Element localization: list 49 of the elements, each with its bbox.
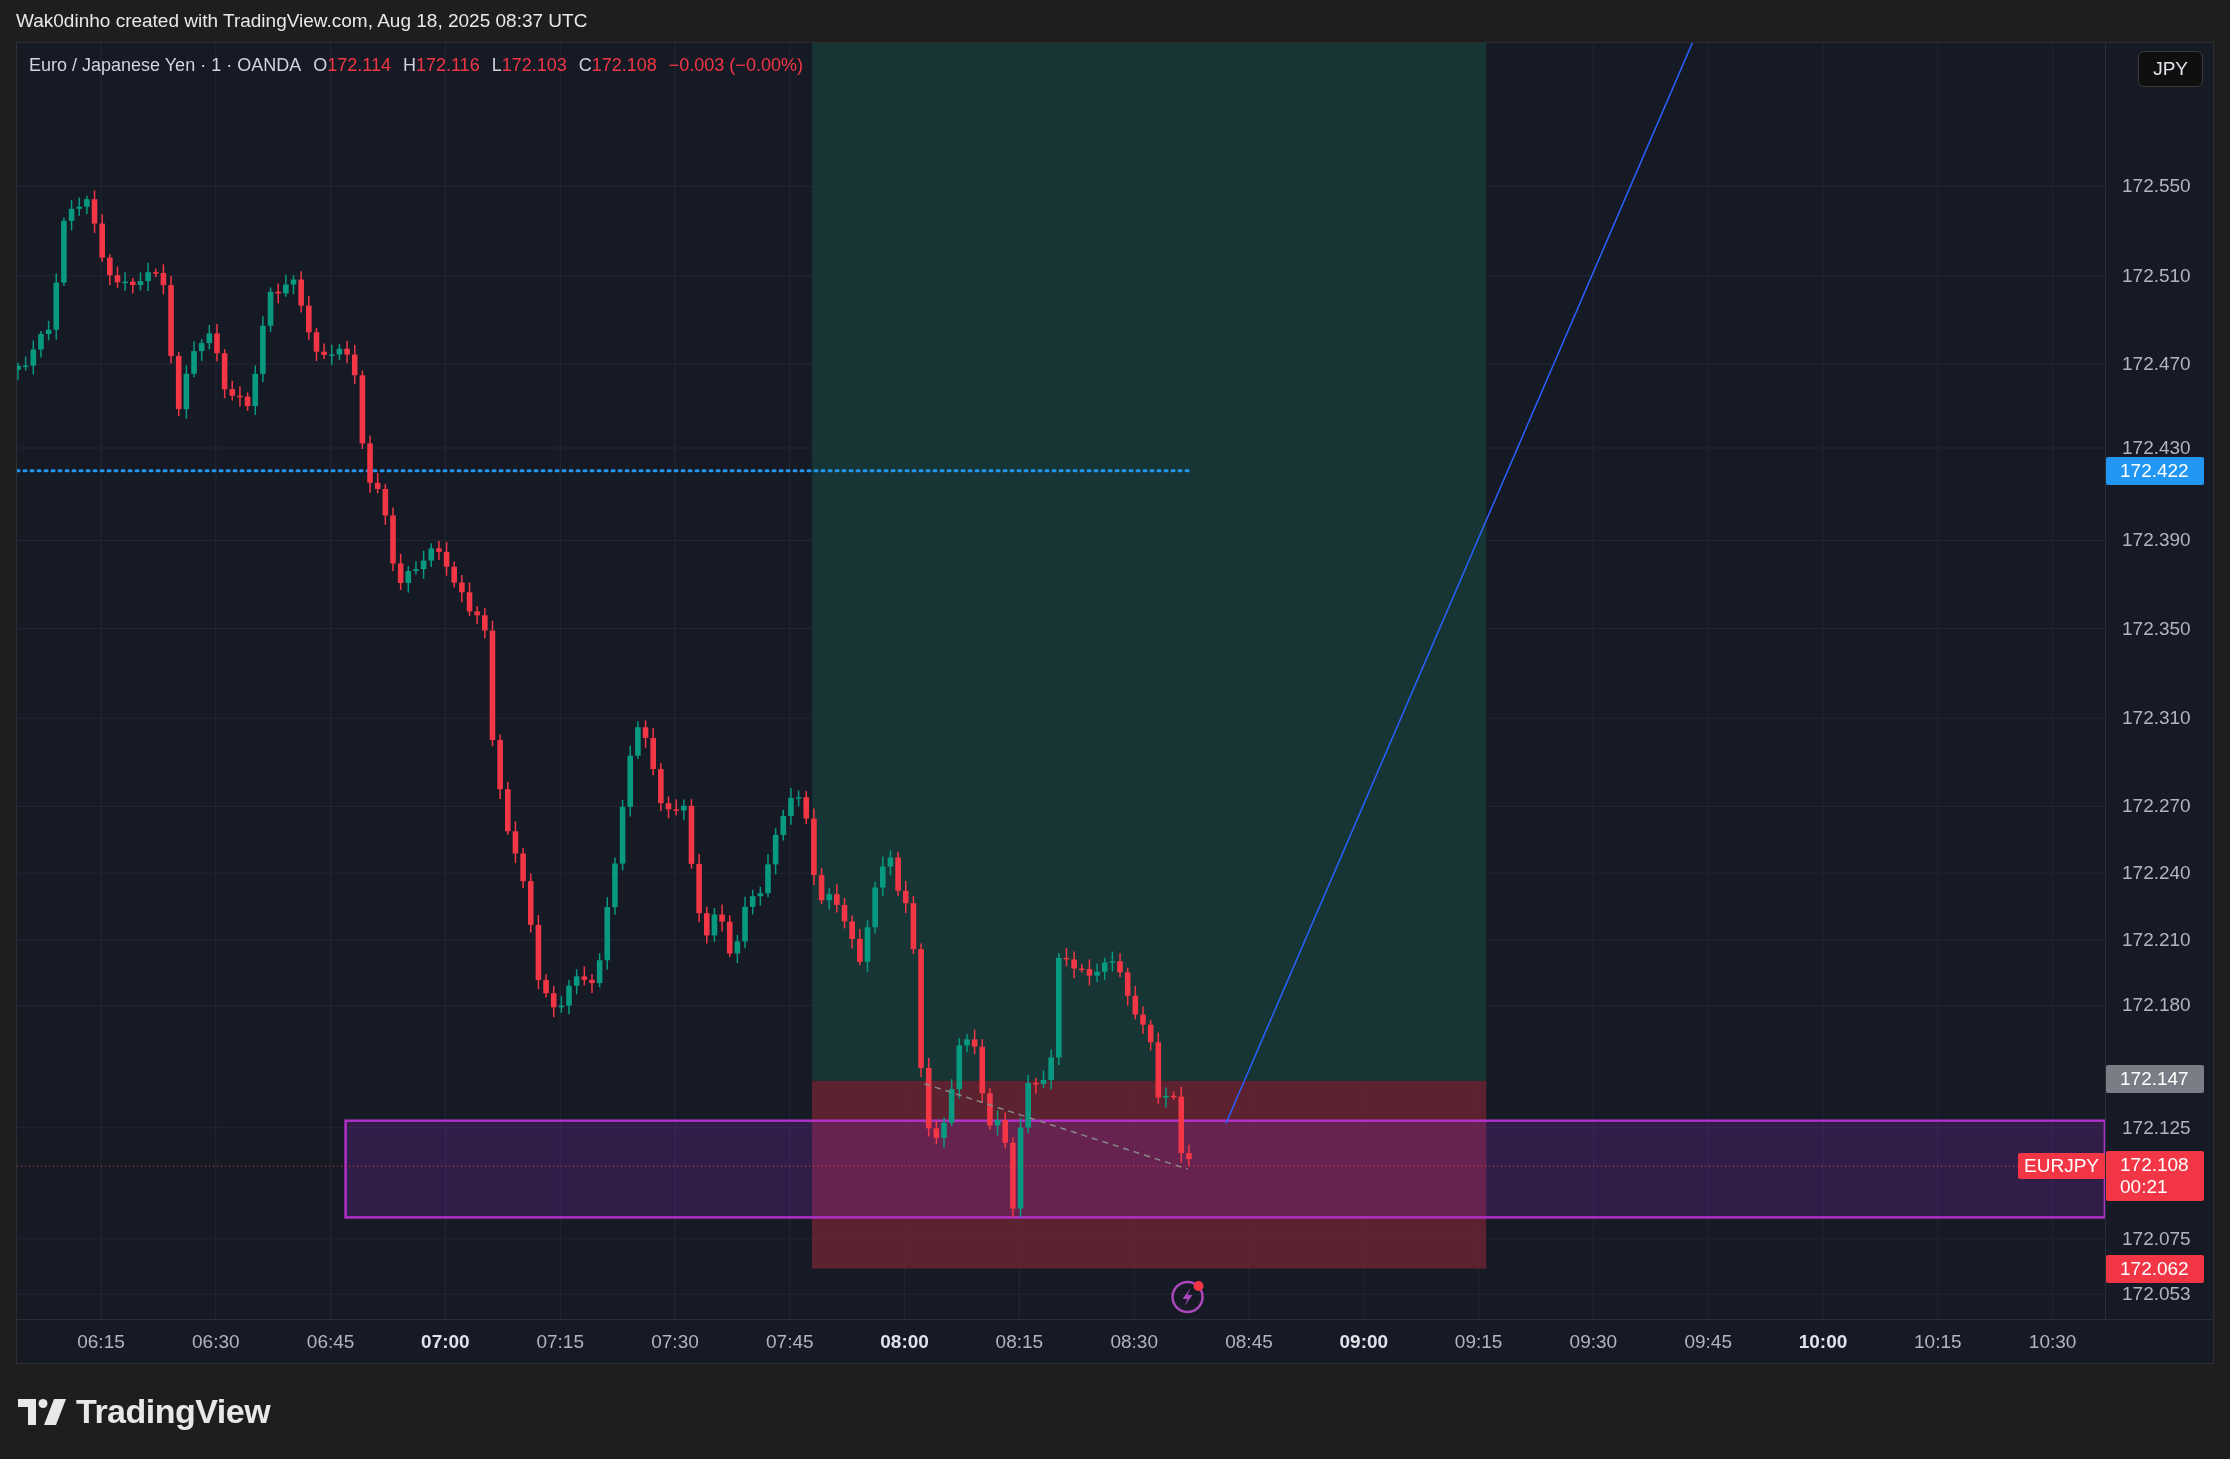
price-label: 172.075 xyxy=(2122,1227,2191,1250)
price-label: 172.430 xyxy=(2122,437,2191,459)
brand-name: TradingView xyxy=(76,1392,271,1431)
time-label: 06:45 xyxy=(306,1330,355,1353)
price-label: 172.390 xyxy=(2122,529,2191,552)
time-label: 10:15 xyxy=(1914,1330,1962,1353)
ohlc-value: C172.108 xyxy=(578,55,657,76)
price-label: 172.053 xyxy=(2122,1283,2191,1306)
price-label: 172.310 xyxy=(2122,707,2191,730)
time-label: 09:15 xyxy=(1454,1330,1503,1353)
time-label: 09:30 xyxy=(1569,1330,1618,1353)
time-label: 08:00 xyxy=(880,1330,929,1353)
price-badge: 172.062 xyxy=(2106,1254,2204,1283)
lightning-icon[interactable] xyxy=(1171,1280,1204,1314)
time-label: 06:30 xyxy=(192,1330,240,1353)
time-label: 06:15 xyxy=(77,1330,125,1353)
time-label: 09:00 xyxy=(1339,1330,1389,1353)
price-label: 172.210 xyxy=(2122,929,2191,952)
price-label: 172.510 xyxy=(2122,264,2191,287)
ohlc-value: O172.114 xyxy=(313,55,391,76)
chart-caption: Wak0dinho created with TradingView.com, Aug 18, 2025 08:37 UTC xyxy=(15,9,589,33)
time-label: 07:15 xyxy=(536,1330,584,1353)
price-label: 172.270 xyxy=(2122,795,2191,818)
logo-icon xyxy=(18,1398,66,1425)
time-label: 07:30 xyxy=(651,1330,699,1353)
time-label: 10:00 xyxy=(1798,1330,1848,1353)
price-label: 172.240 xyxy=(2122,862,2191,885)
price-label: 172.470 xyxy=(2122,353,2191,376)
time-label: 09:45 xyxy=(1684,1330,1732,1353)
price-label: 172.125 xyxy=(2122,1116,2191,1139)
time-label: 10:30 xyxy=(2028,1330,2077,1353)
price-badge: 172.422 xyxy=(2106,456,2204,485)
time-label: 08:15 xyxy=(995,1330,1044,1353)
price-badge: 172.108 00:21 xyxy=(2106,1151,2204,1202)
price-label: 172.350 xyxy=(2122,617,2191,640)
range-box[interactable] xyxy=(344,1119,2105,1219)
ohlc-value: H172.116 xyxy=(402,55,480,76)
price-label: 172.550 xyxy=(2122,175,2191,198)
symbol-title: Euro / Japanese Yen · 1 · OANDA xyxy=(29,55,302,76)
price-badge: 172.147 xyxy=(2106,1065,2204,1094)
ohlc-value: L172.103 xyxy=(491,55,567,76)
symbol-badge: EURJPY xyxy=(2018,1153,2105,1180)
currency-button[interactable]: JPY xyxy=(2138,51,2203,87)
time-label: 07:45 xyxy=(766,1330,814,1353)
time-label: 08:30 xyxy=(1110,1330,1158,1353)
price-change: −0.003 (−0.00%) xyxy=(668,55,803,76)
time-label: 08:45 xyxy=(1225,1330,1273,1353)
time-label: 07:00 xyxy=(421,1330,470,1353)
price-label: 172.180 xyxy=(2122,994,2191,1017)
